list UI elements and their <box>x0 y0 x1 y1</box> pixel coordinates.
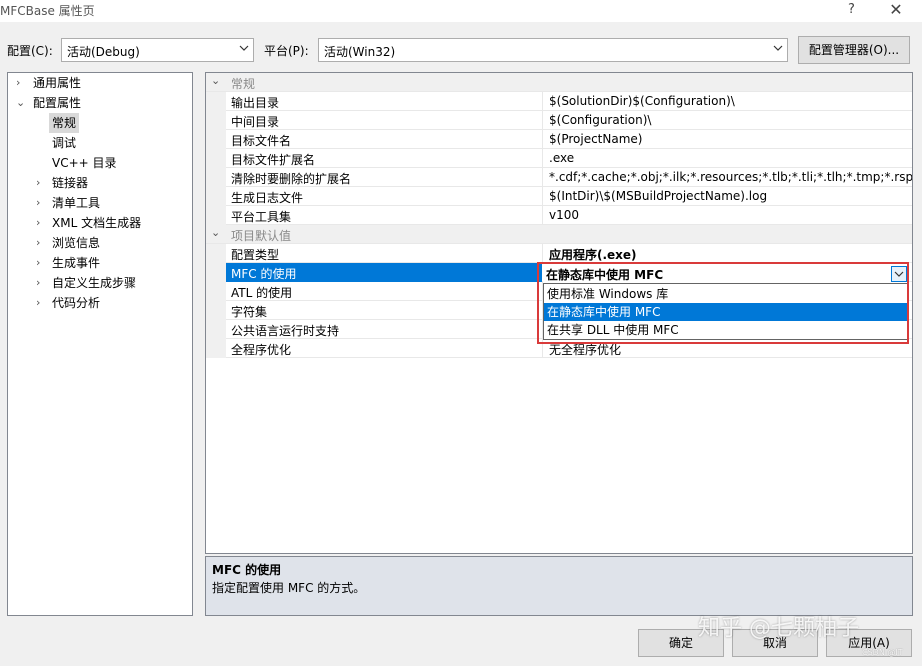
chevron-right-icon[interactable]: › <box>36 213 46 233</box>
property-name: 清除时要删除的扩展名 <box>231 172 352 186</box>
tree-item-linker[interactable]: 链接器 <box>52 173 88 193</box>
property-row[interactable]: 平台工具集 v100 <box>206 206 912 225</box>
chevron-right-icon[interactable]: › <box>36 173 46 193</box>
config-manager-button[interactable]: 配置管理器(O)... <box>798 36 910 64</box>
property-name: ATL 的使用 <box>231 286 293 300</box>
close-button[interactable]: ✕ <box>886 0 906 19</box>
chevron-down-icon[interactable]: ⌄ <box>211 226 220 239</box>
column-divider <box>542 206 543 225</box>
tree-item-custom-build-step[interactable]: 自定义生成步骤 <box>52 273 136 293</box>
chevron-right-icon[interactable]: › <box>36 253 46 273</box>
tree-item-manifest-tool[interactable]: 清单工具 <box>52 193 100 213</box>
property-name: 输出目录 <box>231 96 280 110</box>
platform-label: 平台(P): <box>264 44 309 58</box>
description-title: MFC 的使用 <box>212 563 282 577</box>
property-value: $(SolutionDir)$(Configuration)\ <box>549 94 735 108</box>
property-name: 公共语言运行时支持 <box>231 324 340 338</box>
property-value: $(ProjectName) <box>549 132 643 146</box>
chevron-right-icon[interactable]: › <box>16 73 26 93</box>
selected-name-cell: MFC 的使用 <box>226 263 542 282</box>
property-name: 中间目录 <box>231 115 280 129</box>
title-bar: MFCBase 属性页 ? ✕ <box>0 0 922 22</box>
row-gutter <box>206 206 226 225</box>
chevron-right-icon[interactable]: › <box>36 193 46 213</box>
description-panel: MFC 的使用 指定配置使用 MFC 的方式。 <box>205 556 913 616</box>
column-divider <box>542 149 543 168</box>
property-value: $(Configuration)\ <box>549 113 652 127</box>
property-name: 目标文件扩展名 <box>231 153 316 167</box>
row-gutter <box>206 187 226 206</box>
chevron-down-icon <box>239 45 249 51</box>
property-row[interactable]: 生成日志文件 $(IntDir)\$(MSBuildProjectName).l… <box>206 187 912 206</box>
tree-item-vc-directories[interactable]: VC++ 目录 <box>52 153 117 173</box>
help-button[interactable]: ? <box>848 2 858 17</box>
property-name: MFC 的使用 <box>231 267 297 281</box>
tree-item-browse-info[interactable]: 浏览信息 <box>52 233 100 253</box>
column-divider <box>542 92 543 111</box>
chevron-down-icon <box>773 45 783 51</box>
property-name: 目标文件名 <box>231 134 292 148</box>
category-row[interactable]: ⌄ 常规 <box>206 73 912 92</box>
row-gutter <box>206 168 226 187</box>
column-divider <box>542 168 543 187</box>
property-row[interactable]: 目标文件名 $(ProjectName) <box>206 130 912 149</box>
property-value: 应用程序(.exe) <box>549 248 637 262</box>
tree-item-code-analysis[interactable]: 代码分析 <box>52 293 100 313</box>
property-name: 全程序优化 <box>231 343 292 357</box>
property-row[interactable]: 清除时要删除的扩展名 *.cdf;*.cache;*.obj;*.ilk;*.r… <box>206 168 913 187</box>
row-gutter <box>206 301 226 320</box>
chevron-right-icon[interactable]: › <box>36 273 46 293</box>
chevron-down-icon[interactable]: ⌄ <box>16 93 26 113</box>
row-gutter <box>206 149 226 168</box>
property-row[interactable]: 输出目录 $(SolutionDir)$(Configuration)\ <box>206 92 912 111</box>
column-divider <box>542 187 543 206</box>
row-gutter <box>206 282 226 301</box>
highlight-annotation <box>537 262 909 344</box>
property-name: 平台工具集 <box>231 210 292 224</box>
csdn-watermark: CSDN @IT <box>862 648 903 657</box>
row-gutter <box>206 244 226 263</box>
chevron-right-icon[interactable]: › <box>36 293 46 313</box>
property-row[interactable]: 目标文件扩展名 .exe <box>206 149 912 168</box>
column-divider <box>542 111 543 130</box>
row-gutter <box>206 263 226 282</box>
config-label: 配置(C): <box>7 44 53 58</box>
category-label: 项目默认值 <box>231 229 292 243</box>
property-tree: › 通用属性 ⌄ 配置属性 常规 调试 VC++ 目录 › 链接器 › 清单工具… <box>7 72 193 616</box>
tree-item-build-events[interactable]: 生成事件 <box>52 253 100 273</box>
row-gutter <box>206 111 226 130</box>
row-gutter <box>206 130 226 149</box>
property-row[interactable]: 配置类型 应用程序(.exe) <box>206 244 912 263</box>
tree-item-config-properties[interactable]: 配置属性 <box>33 93 81 113</box>
property-value: *.cdf;*.cache;*.obj;*.ilk;*.resources;*.… <box>549 170 913 184</box>
window-title: MFCBase 属性页 <box>0 4 95 18</box>
description-text: 指定配置使用 MFC 的方式。 <box>212 581 366 595</box>
column-divider <box>542 244 543 263</box>
watermark: 知乎 @七颗柚子 <box>698 616 859 641</box>
property-value: v100 <box>549 208 580 222</box>
row-gutter <box>206 92 226 111</box>
tree-item-common-properties[interactable]: 通用属性 <box>33 73 81 93</box>
platform-value: 活动(Win32) <box>324 45 396 59</box>
column-divider <box>542 130 543 149</box>
row-gutter <box>206 339 226 358</box>
chevron-down-icon[interactable]: ⌄ <box>211 74 220 87</box>
tree-item-xml-doc-generator[interactable]: XML 文档生成器 <box>52 213 141 233</box>
property-name: 配置类型 <box>231 248 280 262</box>
category-row[interactable]: ⌄ 项目默认值 <box>206 225 912 244</box>
row-gutter <box>206 320 226 339</box>
tree-item-debugging[interactable]: 调试 <box>52 133 76 153</box>
property-name: 字符集 <box>231 305 268 319</box>
property-name: 生成日志文件 <box>231 191 304 205</box>
tree-item-general[interactable]: 常规 <box>49 113 80 133</box>
property-value: $(IntDir)\$(MSBuildProjectName).log <box>549 189 768 203</box>
property-row[interactable]: 中间目录 $(Configuration)\ <box>206 111 912 130</box>
platform-select[interactable]: 活动(Win32) <box>318 38 788 62</box>
config-value: 活动(Debug) <box>67 45 140 59</box>
chevron-right-icon[interactable]: › <box>36 233 46 253</box>
property-value: .exe <box>549 151 575 165</box>
config-select[interactable]: 活动(Debug) <box>61 38 254 62</box>
category-label: 常规 <box>231 77 256 91</box>
